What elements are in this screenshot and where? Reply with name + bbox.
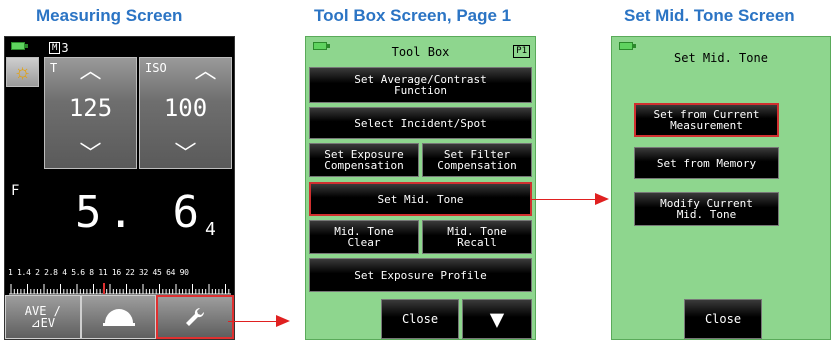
wrench-icon[interactable] (156, 295, 235, 339)
battery-icon (619, 42, 636, 50)
button-label: Function (394, 84, 447, 97)
set-from-memory-button[interactable]: Set from Memory (634, 147, 779, 179)
button-label: Mid. Tone (676, 208, 737, 221)
mid-tone-recall-button[interactable]: Mid. Tone Recall (422, 220, 532, 254)
button-label: Set Mid. Tone (377, 192, 464, 206)
button-label: Close (704, 311, 742, 326)
aperture-tenths: 4 (204, 219, 216, 240)
arrow-line (228, 321, 276, 322)
aperture-scale (9, 283, 231, 295)
set-mid-tone-button[interactable]: Set Mid. Tone (309, 182, 532, 216)
shutter-speed-control[interactable]: T ︿ 125 ︿ (44, 57, 137, 169)
chevron-up-icon[interactable]: ︿ (160, 60, 251, 82)
midtone-screen: Set Mid. Tone Set from Current Measureme… (611, 36, 831, 340)
scale-marker (103, 283, 105, 294)
button-label: Compensation (437, 159, 517, 172)
set-from-current-measurement-button[interactable]: Set from Current Measurement (634, 103, 779, 137)
caption-midtone: Set Mid. Tone Screen (624, 6, 795, 25)
midtone-title: Set Mid. Tone (674, 51, 768, 65)
button-label: Close (401, 311, 439, 326)
set-average-contrast-button[interactable]: Set Average/Contrast Function (309, 67, 532, 103)
mode-number: 3 (61, 41, 69, 55)
set-filter-compensation-button[interactable]: Set Filter Compensation (422, 143, 532, 177)
arrow-line (530, 199, 596, 200)
caption-measuring: Measuring Screen (36, 6, 183, 25)
triangle-down-icon: ▼ (489, 304, 505, 333)
arrow-head (276, 315, 290, 327)
chevron-down-icon[interactable]: ︿ (140, 139, 231, 164)
mode-prefix: M (49, 42, 61, 54)
measure-mode-indicator: M3 (49, 41, 69, 55)
mid-tone-clear-button[interactable]: Mid. Tone Clear (309, 220, 419, 254)
iso-control[interactable]: ISO ︿ 100 ︿ (139, 57, 232, 169)
chevron-up-icon[interactable]: ︿ (45, 60, 136, 82)
set-exposure-compensation-button[interactable]: Set Exposure Compensation (309, 143, 419, 177)
chevron-down-icon[interactable]: ︿ (45, 139, 136, 164)
arrow-head (595, 193, 609, 205)
toolbox-screen: Tool Box P1 Set Average/Contrast Functio… (305, 36, 536, 340)
aperture-scale-numbers: 1 1.4 2 2.8 4 5.6 8 11 16 22 32 45 64 90 (8, 268, 189, 277)
aperture-main: 5. 6 (75, 187, 205, 238)
bottom-bar: AVE / ⊿EV (5, 295, 235, 339)
button-label: Compensation (324, 159, 404, 172)
measuring-screen: M3 ☼ T ︿ 125 ︿ ISO ︿ 100 ︿ F 5. 64 1 1.4… (4, 36, 235, 340)
select-incident-spot-button[interactable]: Select Incident/Spot (309, 107, 532, 139)
top-controls: ☼ T ︿ 125 ︿ ISO ︿ 100 ︿ (5, 57, 234, 171)
caption-toolbox: Tool Box Screen, Page 1 (314, 6, 512, 25)
set-exposure-profile-button[interactable]: Set Exposure Profile (309, 258, 532, 292)
button-label: Measurement (670, 119, 743, 132)
sun-icon[interactable]: ☼ (6, 57, 39, 87)
aperture-label: F (11, 183, 20, 199)
close-button[interactable]: Close (381, 299, 459, 339)
ave-ev-button[interactable]: AVE / ⊿EV (5, 295, 81, 339)
page-indicator: P1 (513, 45, 530, 58)
close-button[interactable]: Close (684, 299, 762, 339)
ev-label: ⊿EV (30, 316, 56, 330)
iso-value: 100 (163, 94, 208, 122)
toolbox-title: Tool Box (391, 45, 450, 59)
button-label: Select Incident/Spot (354, 116, 487, 130)
aperture-value: 5. 64 (75, 187, 216, 240)
shutter-value: 125 (68, 94, 113, 122)
button-label: Set Exposure Profile (354, 268, 487, 282)
next-page-button[interactable]: ▼ (462, 299, 532, 339)
button-label: Recall (457, 236, 497, 249)
battery-icon (11, 42, 28, 50)
button-label: Clear (347, 236, 381, 249)
dome-icon[interactable] (80, 295, 157, 339)
button-label: Set from Memory (656, 156, 757, 170)
modify-current-mid-tone-button[interactable]: Modify Current Mid. Tone (634, 192, 779, 226)
